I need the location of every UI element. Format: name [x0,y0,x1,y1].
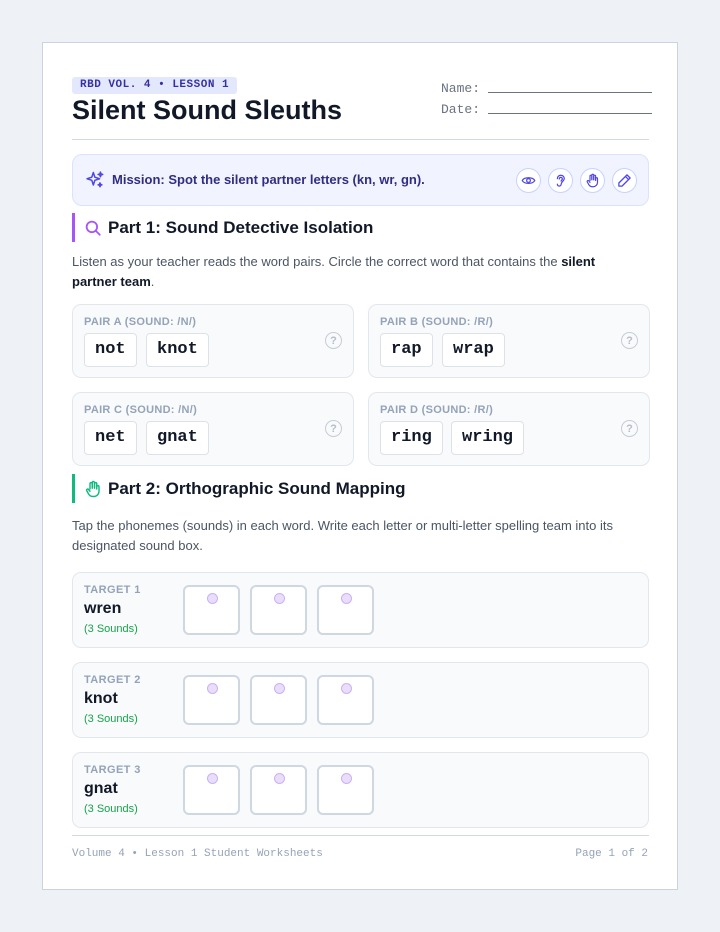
hand-tool-button[interactable] [580,168,605,193]
name-label: Name: [441,81,481,96]
word-choice[interactable]: net [84,421,137,455]
pencil-tool-button[interactable] [612,168,637,193]
target-word: wren [84,600,122,617]
date-label: Date: [441,102,481,117]
sound-box[interactable] [250,675,307,725]
sound-box[interactable] [250,765,307,815]
part2-title: Part 2: Orthographic Sound Mapping [108,478,406,498]
part2-heading: Part 2: Orthographic Sound Mapping [72,474,406,503]
tap-dot[interactable] [207,683,218,694]
pair-card-d: PAIR D (SOUND: /R/) ring wring ? [368,392,650,466]
mission-banner: Mission: Spot the silent partner letters… [72,154,649,206]
help-icon[interactable]: ? [621,332,638,349]
pair-label: PAIR D (SOUND: /R/) [380,404,494,416]
mission-text: Mission: Spot the silent partner letters… [112,172,425,187]
ear-tool-button[interactable] [548,168,573,193]
pair-card-b: PAIR B (SOUND: /R/) rap wrap ? [368,304,650,378]
lesson-badge: RBD VOL. 4 • LESSON 1 [72,77,238,94]
sound-box[interactable] [250,585,307,635]
footer-divider [72,835,649,836]
sound-count: (3 Sounds) [84,803,138,815]
worksheet-page: RBD VOL. 4 • LESSON 1 Silent Sound Sleut… [42,42,678,890]
sound-box[interactable] [317,585,374,635]
footer-page-number: Page 1 of 2 [575,848,648,860]
pencil-icon [618,174,631,187]
target-card-1: TARGET 1 wren (3 Sounds) [72,572,649,648]
tap-dot[interactable] [341,683,352,694]
tap-dot[interactable] [274,683,285,694]
pair-label: PAIR C (SOUND: /N/) [84,404,198,416]
name-line [488,92,653,93]
target-word: knot [84,690,118,707]
search-icon [85,220,101,236]
part1-heading: Part 1: Sound Detective Isolation [72,213,373,242]
sound-box[interactable] [317,675,374,725]
header-divider [72,139,649,140]
sound-box[interactable] [183,765,240,815]
page-title: Silent Sound Sleuths [72,95,343,125]
word-choice[interactable]: wring [451,421,525,455]
tap-dot[interactable] [341,773,352,784]
eye-tool-button[interactable] [516,168,541,193]
sparkle-icon [86,171,104,188]
eye-icon [521,177,536,184]
word-choice[interactable]: not [84,333,137,367]
target-label: TARGET 2 [84,674,141,686]
help-icon[interactable]: ? [621,420,638,437]
date-field[interactable]: Date: [441,102,653,117]
pair-card-c: PAIR C (SOUND: /N/) net gnat ? [72,392,354,466]
part1-instructions: Listen as your teacher reads the word pa… [72,254,596,289]
date-line [488,113,653,114]
tap-dot[interactable] [207,773,218,784]
part2-instructions: Tap the phonemes (sounds) in each word. … [72,518,613,553]
tap-dot[interactable] [207,593,218,604]
sound-box[interactable] [183,585,240,635]
word-choice[interactable]: knot [146,333,209,367]
word-choice[interactable]: rap [380,333,433,367]
target-label: TARGET 1 [84,584,141,596]
name-field[interactable]: Name: [441,81,653,96]
sound-count: (3 Sounds) [84,713,138,725]
target-word: gnat [84,780,118,797]
target-label: TARGET 3 [84,764,141,776]
tap-hand-icon [85,480,100,497]
sound-box[interactable] [317,765,374,815]
target-card-2: TARGET 2 knot (3 Sounds) [72,662,649,738]
tap-dot[interactable] [341,593,352,604]
word-choice[interactable]: gnat [146,421,209,455]
help-icon[interactable]: ? [325,420,342,437]
sound-box[interactable] [183,675,240,725]
footer-volume: Volume 4 • Lesson 1 Student Worksheets [72,848,323,860]
tap-dot[interactable] [274,593,285,604]
tap-dot[interactable] [274,773,285,784]
help-icon[interactable]: ? [325,332,342,349]
sound-count: (3 Sounds) [84,623,138,635]
ear-icon [556,174,565,187]
hand-icon [586,173,599,188]
word-choice[interactable]: wrap [442,333,505,367]
pair-label: PAIR A (SOUND: /N/) [84,316,197,328]
word-choice[interactable]: ring [380,421,443,455]
pair-label: PAIR B (SOUND: /R/) [380,316,494,328]
pair-card-a: PAIR A (SOUND: /N/) not knot ? [72,304,354,378]
part1-title: Part 1: Sound Detective Isolation [108,217,374,237]
target-card-3: TARGET 3 gnat (3 Sounds) [72,752,649,828]
